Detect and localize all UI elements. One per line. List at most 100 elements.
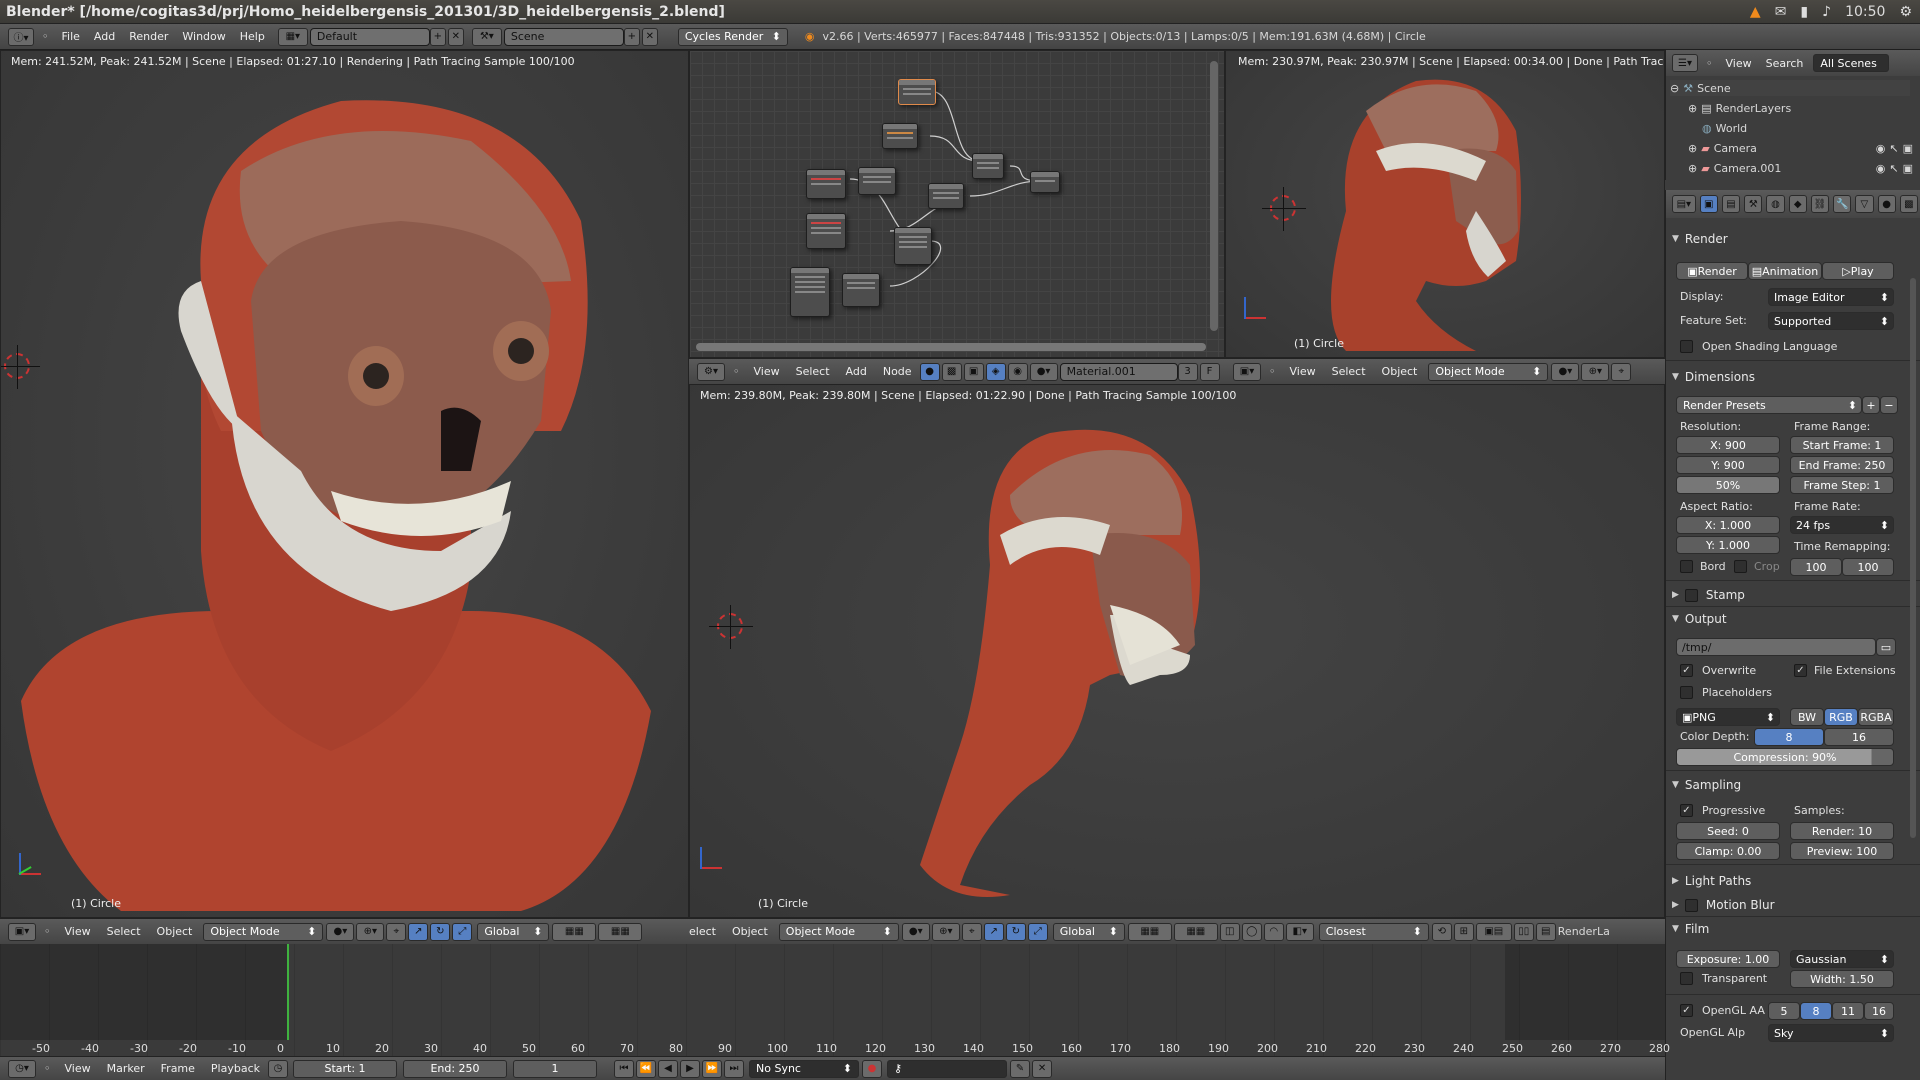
keying-set-field[interactable]: ⚷ [887, 1059, 1008, 1078]
node[interactable] [806, 169, 846, 199]
collapse-icon[interactable]: ◦ [1269, 365, 1276, 378]
add-preset-button[interactable]: + [1862, 396, 1880, 414]
menu-search[interactable]: Search [1759, 57, 1811, 70]
editor-type-icon[interactable]: ▤▾ [1672, 195, 1696, 213]
end-frame-field[interactable]: End Frame: 250 [1790, 456, 1894, 474]
screen-layout-icon[interactable]: ▦▾ [277, 27, 308, 46]
node-editor[interactable] [689, 50, 1225, 358]
mode-select[interactable]: Object Mode ⬍ [203, 922, 324, 941]
remove-layout-icon[interactable]: ✕ [447, 27, 464, 46]
node[interactable] [928, 183, 964, 209]
pivot-icon[interactable]: ⊕▾ [1581, 362, 1610, 381]
menu-object[interactable]: Object [1374, 365, 1426, 378]
render-layer-icon[interactable]: ▤ [1535, 922, 1556, 941]
info-editor-type-icon[interactable]: ⓘ▾ [8, 27, 34, 46]
remap-old-field[interactable]: 100 [1790, 558, 1842, 576]
orientation-select[interactable]: Global ⬍ [477, 922, 550, 941]
object-shader-icon[interactable]: ◈ [985, 362, 1006, 381]
material-tab-icon[interactable]: ● [1877, 195, 1896, 213]
seed-field[interactable]: Seed: 0 [1676, 822, 1780, 840]
render-engine-select[interactable]: Cycles Render ⬍ [677, 27, 788, 46]
menu-marker[interactable]: Marker [99, 1062, 153, 1075]
snap-icon[interactable]: ◧▾ [1285, 922, 1314, 941]
material-users[interactable]: 3 [1177, 362, 1198, 381]
resolution-y-field[interactable]: Y: 900 [1676, 456, 1780, 474]
viewport-top-right[interactable]: Mem: 230.97M, Peak: 230.97M | Scene | El… [1225, 50, 1665, 358]
modifiers-tab-icon[interactable]: 🔧 [1833, 195, 1852, 213]
layout-field[interactable]: Default [309, 27, 430, 46]
pivot-icon[interactable]: ⊕▾ [356, 922, 385, 941]
menu-select[interactable]: Select [99, 925, 149, 938]
depth-16-button[interactable]: 16 [1824, 728, 1894, 746]
current-frame-field[interactable]: 1 [513, 1059, 598, 1078]
clock[interactable]: 10:50 [1845, 4, 1885, 20]
remove-scene-icon[interactable]: ✕ [641, 27, 658, 46]
output-path-field[interactable]: /tmp/ [1676, 638, 1876, 656]
resolution-percent-field[interactable]: 50% [1676, 476, 1780, 494]
insert-keyframe-icon[interactable]: ✎ [1010, 1059, 1031, 1078]
vlc-icon[interactable]: ▲ [1750, 4, 1761, 20]
cursor-icon[interactable]: ↖ [1889, 142, 1898, 155]
panel-stamp-header[interactable]: ▶ Stamp [1666, 584, 1920, 606]
viewport-center[interactable]: Mem: 239.80M, Peak: 239.80M | Scene | El… [689, 384, 1665, 918]
scrollbar-vertical[interactable] [1210, 61, 1218, 331]
add-layout-icon[interactable]: + [429, 27, 446, 46]
mode-select[interactable]: Object Mode ⬍ [1428, 362, 1549, 381]
menu-node[interactable]: Node [875, 365, 920, 378]
resolution-x-field[interactable]: X: 900 [1676, 436, 1780, 454]
menu-select[interactable]: elect [689, 925, 724, 938]
world-shader-icon[interactable]: ◉ [1007, 362, 1028, 381]
progressive-checkbox[interactable]: ✓ [1680, 804, 1693, 817]
lock-camera-icon[interactable]: ◫ [1219, 922, 1240, 941]
volume-icon[interactable]: ♪ [1822, 4, 1831, 20]
object-tab-icon[interactable]: ◆ [1788, 195, 1807, 213]
folder-icon[interactable]: ▭ [1876, 638, 1896, 656]
menu-object[interactable]: Object [149, 925, 201, 938]
file-format-select[interactable]: ▣ PNG ⬍ [1676, 708, 1780, 726]
scene-field[interactable]: Scene [503, 27, 624, 46]
world-tab-icon[interactable]: ◍ [1766, 195, 1785, 213]
delete-keyframe-icon[interactable]: ✕ [1032, 1059, 1053, 1078]
panel-dimensions-header[interactable]: ▼ Dimensions [1666, 366, 1920, 388]
remove-preset-button[interactable]: − [1880, 396, 1898, 414]
jump-start-icon[interactable]: ⏮ [614, 1059, 635, 1078]
editor-type-icon[interactable]: ☰▾ [1672, 54, 1698, 72]
outliner-row-scene[interactable]: ⊖ ⚒ Scene [1670, 80, 1910, 96]
timeline[interactable] [0, 944, 1665, 1056]
material-field[interactable]: Material.001 [1059, 362, 1178, 381]
shader-nodes-icon[interactable]: ● [919, 362, 940, 381]
viewport-left[interactable]: Mem: 241.52M, Peak: 241.52M | Scene | El… [0, 50, 689, 918]
outliner-row-renderlayers[interactable]: ⊕ ▤ RenderLayers [1688, 100, 1908, 116]
snap-target-select[interactable]: Closest ⬍ [1318, 922, 1429, 941]
border-checkbox[interactable] [1680, 560, 1693, 573]
expand-icon[interactable]: ⊕ [1688, 162, 1697, 175]
record-icon[interactable]: ● [862, 1059, 883, 1078]
node[interactable] [882, 123, 918, 149]
layers-icon[interactable]: ▦▦ [1173, 922, 1218, 941]
layers-icon[interactable]: ▦▦ [1127, 922, 1172, 941]
node[interactable] [972, 153, 1004, 179]
exposure-field[interactable]: Exposure: 1.00 [1676, 950, 1780, 968]
panel-render-header[interactable]: ▼ Render [1666, 228, 1920, 250]
node[interactable] [842, 273, 880, 307]
panel-film-header[interactable]: ▼ Film [1666, 918, 1920, 940]
menu-file[interactable]: File [55, 30, 87, 43]
node[interactable] [790, 267, 830, 317]
overwrite-checkbox[interactable]: ✓ [1680, 664, 1693, 677]
panel-sampling-header[interactable]: ▼ Sampling [1666, 774, 1920, 796]
mode-select[interactable]: Object Mode ⬍ [778, 922, 899, 941]
aa-5-button[interactable]: 5 [1768, 1002, 1800, 1020]
node[interactable] [898, 79, 936, 105]
menu-view[interactable]: View [57, 1062, 99, 1075]
orientation-select[interactable]: Global ⬍ [1052, 922, 1125, 941]
network-icon[interactable]: ▮ [1800, 4, 1808, 20]
preview-samples-field[interactable]: Preview: 100 [1790, 842, 1894, 860]
render-opengl-icon[interactable]: ▣▤ [1475, 922, 1512, 941]
constraints-tab-icon[interactable]: ⛓ [1810, 195, 1830, 213]
sync-mode-select[interactable]: No Sync ⬍ [749, 1059, 860, 1078]
collapse-icon[interactable]: ◦ [42, 30, 49, 43]
compositing-nodes-icon[interactable]: ▣ [963, 362, 984, 381]
bw-button[interactable]: BW [1790, 708, 1824, 726]
eye-icon[interactable]: ◉ [1876, 142, 1886, 155]
layers-icon[interactable]: ▦▦ [552, 922, 597, 941]
